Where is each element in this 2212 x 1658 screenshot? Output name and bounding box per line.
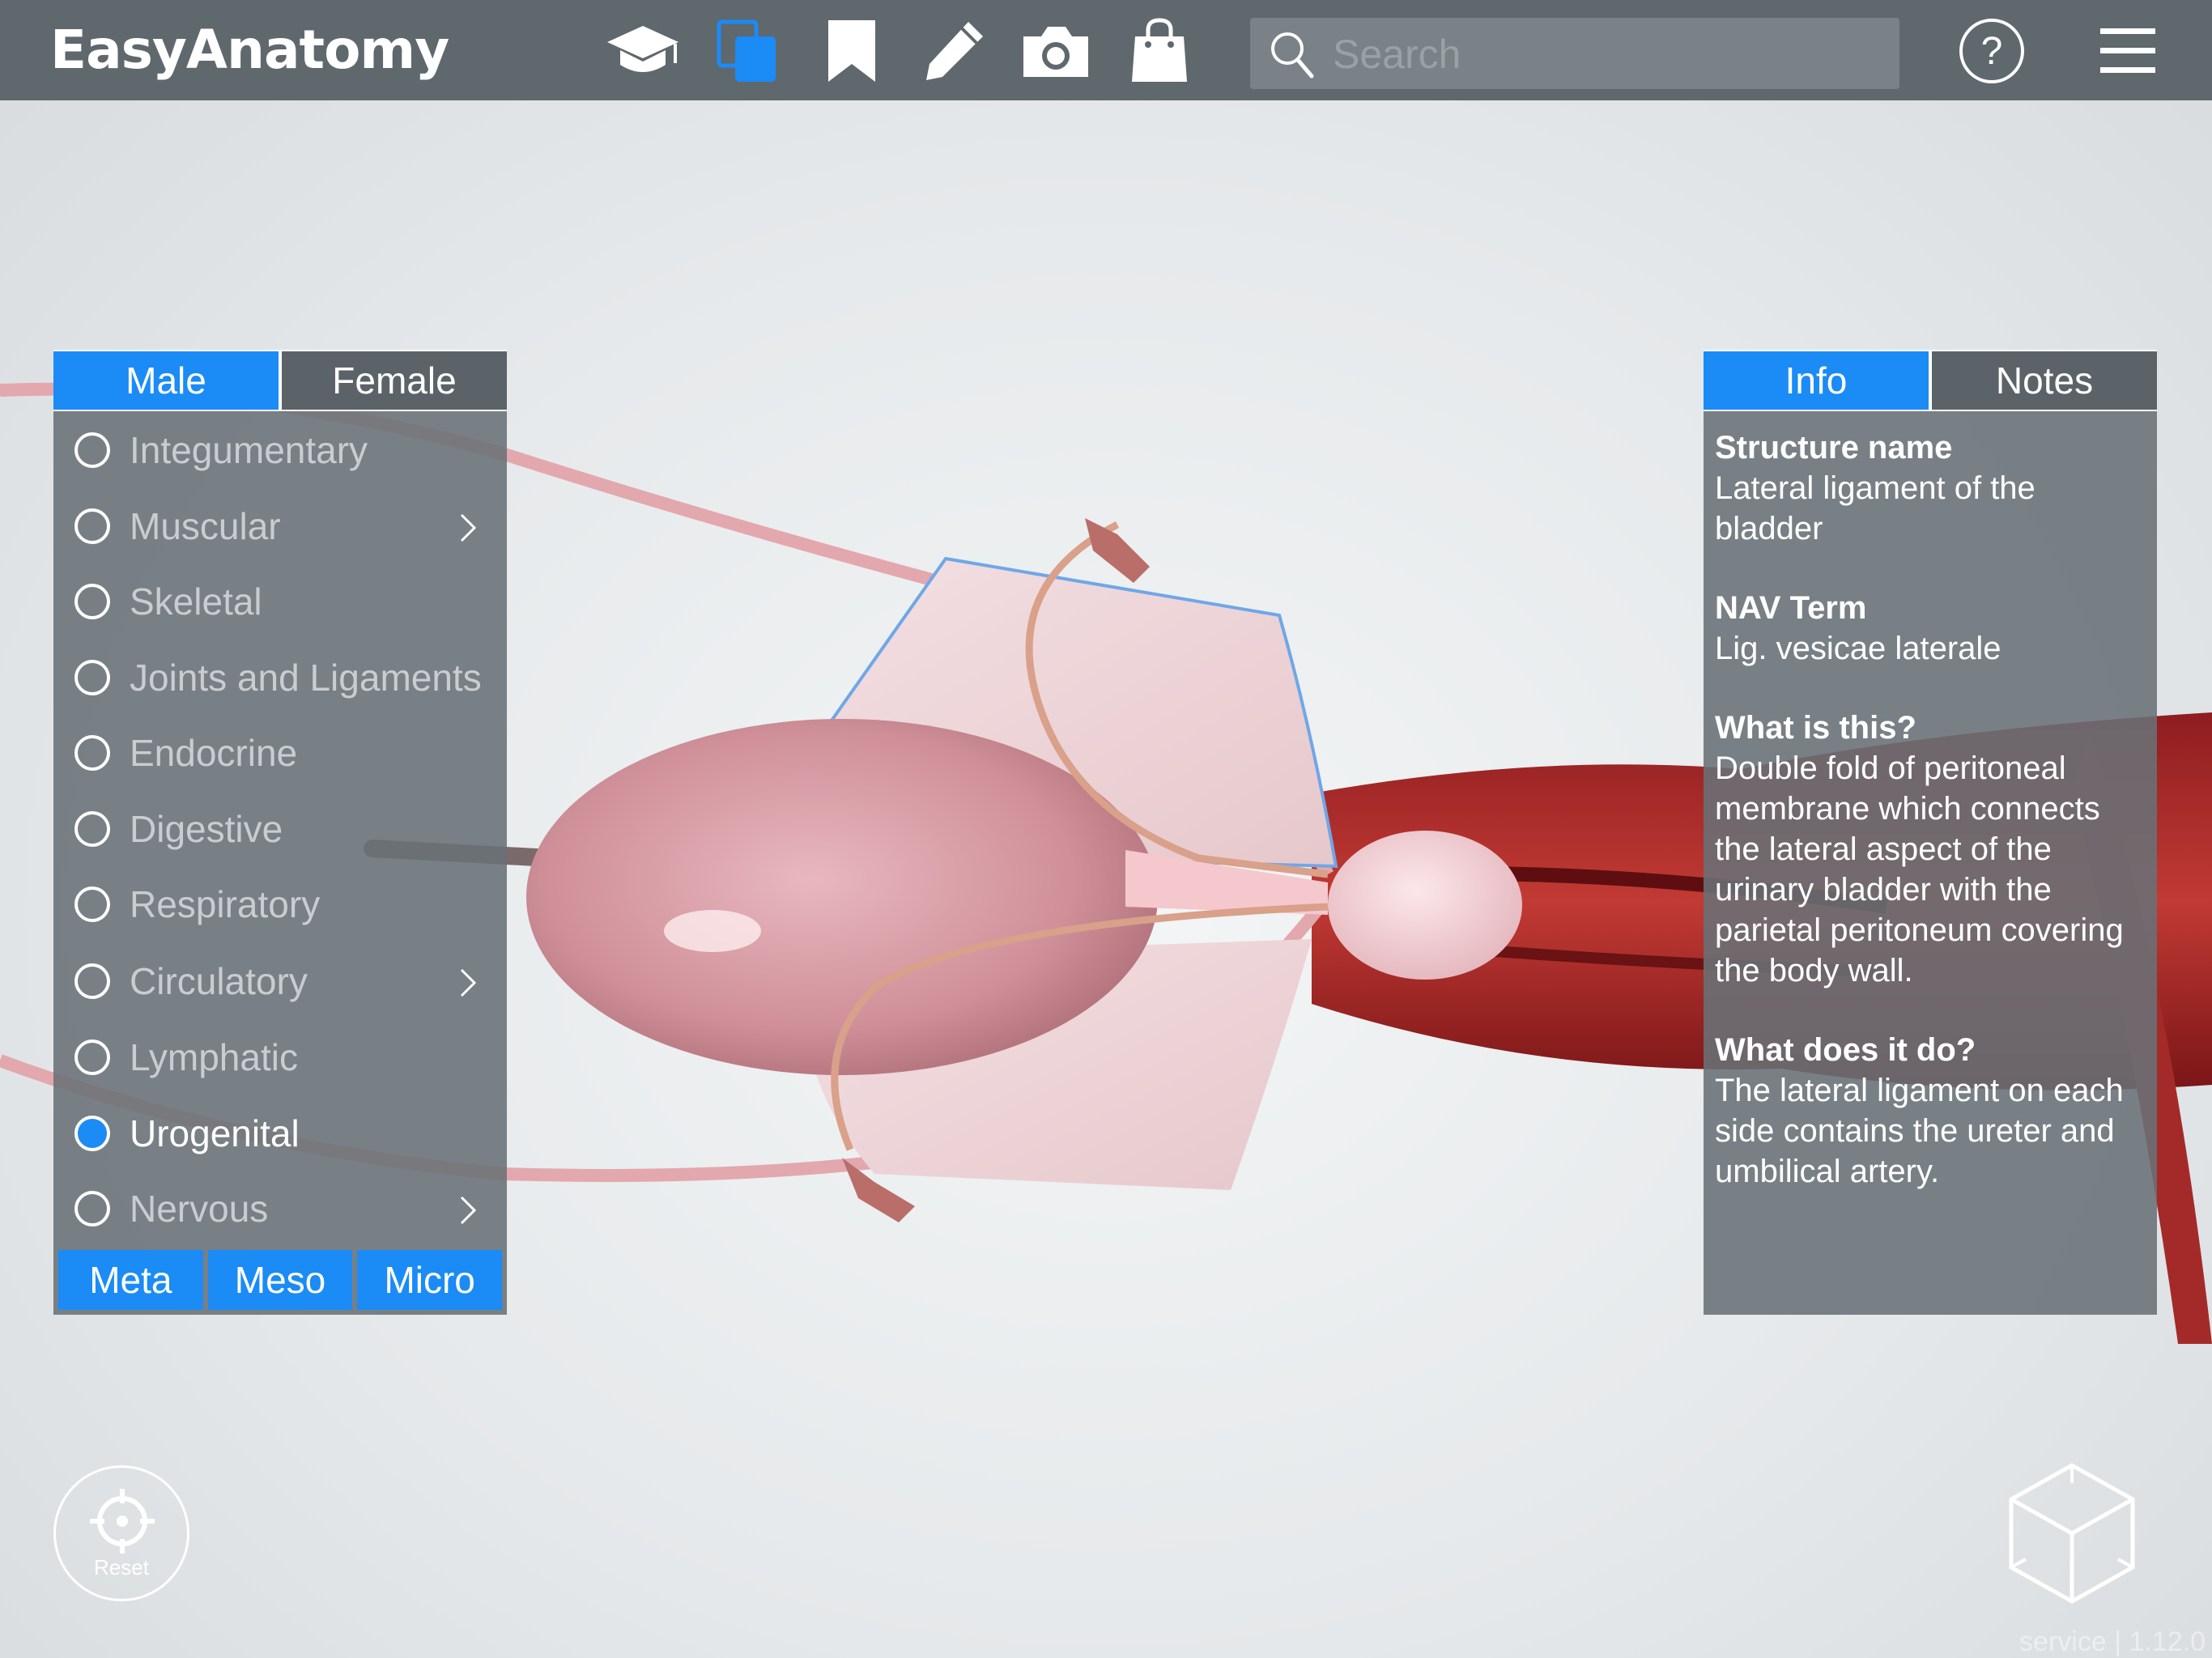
- system-label: Integumentary: [130, 429, 368, 471]
- radio-button[interactable]: [74, 886, 110, 922]
- system-label: Muscular: [130, 505, 281, 547]
- shopping-bag-icon[interactable]: [1121, 18, 1198, 84]
- body-systems-panel: Male Female Integumentary Muscular Skele…: [53, 350, 507, 1315]
- system-item-digestive[interactable]: Digestive: [53, 797, 507, 861]
- reset-label: Reset: [94, 1555, 149, 1579]
- radio-button[interactable]: [74, 508, 110, 544]
- chevron-right-icon[interactable]: [458, 967, 478, 999]
- top-toolbar: EasyAnatomy Search ?: [0, 0, 2212, 100]
- radio-button[interactable]: [74, 584, 110, 619]
- app-title: EasyAnatomy: [50, 19, 449, 81]
- radio-button[interactable]: [74, 432, 110, 468]
- system-item-lymphatic[interactable]: Lymphatic: [53, 1025, 507, 1090]
- copy-icon[interactable]: [709, 18, 787, 84]
- tab-notes[interactable]: Notes: [1932, 351, 2157, 410]
- system-item-muscular[interactable]: Muscular: [53, 494, 507, 559]
- system-label: Skeletal: [130, 580, 262, 623]
- sex-tabs: Male Female: [53, 350, 507, 411]
- chevron-right-icon[interactable]: [458, 1194, 478, 1226]
- system-item-respiratory[interactable]: Respiratory: [53, 872, 507, 937]
- radio-button-selected[interactable]: [74, 1116, 110, 1151]
- system-item-skeletal[interactable]: Skeletal: [53, 569, 507, 634]
- system-label: Urogenital: [130, 1112, 300, 1154]
- what-is-this-text: Double fold of peritoneal membrane which…: [1715, 750, 2124, 988]
- tab-male[interactable]: Male: [53, 351, 279, 410]
- system-item-endocrine[interactable]: Endocrine: [53, 721, 507, 785]
- prostate: [1328, 831, 1522, 980]
- info-content: Structure name Lateral ligament of the b…: [1715, 427, 2152, 1231]
- version-text: service | 1.12.0: [2019, 1626, 2206, 1657]
- urinary-bladder: [526, 719, 1158, 1075]
- search-input[interactable]: [1331, 26, 1885, 83]
- level-meso-button[interactable]: Meso: [207, 1250, 353, 1310]
- radio-button[interactable]: [74, 1039, 110, 1075]
- nav-term: Lig. vesicae laterale: [1715, 631, 2001, 666]
- system-item-integumentary[interactable]: Integumentary: [53, 418, 507, 483]
- system-label: Circulatory: [130, 960, 308, 1002]
- search-box[interactable]: [1250, 18, 1899, 89]
- what-does-it-do-heading: What does it do?: [1715, 1032, 1976, 1068]
- system-item-urogenital[interactable]: Urogenital: [53, 1101, 507, 1166]
- tab-female[interactable]: Female: [282, 351, 507, 410]
- radio-button[interactable]: [74, 1191, 110, 1226]
- info-tabs: Info Notes: [1704, 350, 2157, 411]
- system-label: Lymphatic: [130, 1036, 298, 1078]
- reset-view-button[interactable]: Reset: [53, 1465, 189, 1601]
- level-micro-button[interactable]: Micro: [357, 1250, 503, 1310]
- pencil-icon[interactable]: [915, 18, 993, 84]
- what-does-it-do-text: The lateral ligament on each side contai…: [1715, 1073, 2124, 1189]
- system-label: Endocrine: [130, 732, 298, 774]
- bookmark-icon[interactable]: [813, 18, 891, 84]
- system-item-nervous[interactable]: Nervous: [53, 1176, 507, 1241]
- nav-term-heading: NAV Term: [1715, 590, 1867, 626]
- system-label: Nervous: [130, 1188, 269, 1230]
- system-item-joints-and-ligaments[interactable]: Joints and Ligaments: [53, 645, 507, 710]
- graduation-cap-icon[interactable]: [604, 18, 682, 84]
- level-meta-button[interactable]: Meta: [58, 1250, 203, 1310]
- system-label: Joints and Ligaments: [130, 657, 482, 699]
- structure-name-heading: Structure name: [1715, 430, 1953, 466]
- structure-info-panel: Info Notes Structure name Lateral ligame…: [1704, 350, 2157, 1315]
- crosshair-icon: [90, 1489, 155, 1554]
- chevron-right-icon[interactable]: [458, 512, 478, 544]
- search-icon: [1271, 32, 1314, 79]
- radio-button[interactable]: [74, 735, 110, 771]
- radio-button[interactable]: [74, 963, 110, 999]
- system-item-circulatory[interactable]: Circulatory: [53, 949, 507, 1014]
- what-is-this-heading: What is this?: [1715, 710, 1916, 746]
- hamburger-menu-icon[interactable]: [2089, 18, 2167, 84]
- radio-button[interactable]: [74, 811, 110, 847]
- system-label: Digestive: [130, 808, 283, 850]
- detail-level-buttons: Meta Meso Micro: [58, 1250, 503, 1310]
- help-icon[interactable]: ?: [1953, 18, 2031, 84]
- camera-icon[interactable]: [1017, 18, 1095, 84]
- structure-name: Lateral ligament of the bladder: [1715, 470, 2035, 546]
- svg-text:?: ?: [1981, 30, 2003, 73]
- view-cube-icon[interactable]: [2003, 1460, 2141, 1606]
- system-label: Respiratory: [130, 883, 321, 925]
- tab-info[interactable]: Info: [1704, 351, 1929, 410]
- radio-button[interactable]: [74, 660, 110, 695]
